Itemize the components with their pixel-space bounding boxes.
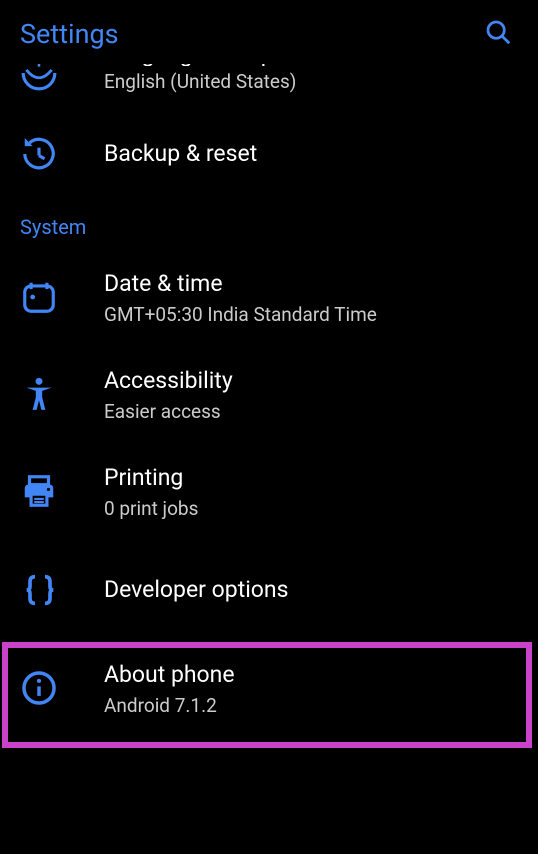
item-title-fragment: Languages & input: [104, 64, 518, 66]
app-header: Settings: [0, 0, 538, 64]
item-subtitle: English (United States): [104, 70, 518, 93]
braces-icon: [20, 570, 104, 610]
item-subtitle: Easier access: [104, 400, 518, 423]
item-title: Developer options: [104, 575, 518, 605]
settings-item-developer-options[interactable]: Developer options: [0, 540, 538, 640]
item-title: Accessibility: [104, 366, 518, 396]
settings-item-backup[interactable]: Backup & reset: [0, 111, 538, 197]
accessibility-icon: [20, 375, 104, 413]
section-header-system: System: [0, 197, 538, 249]
calendar-icon: [20, 278, 104, 316]
settings-item-about-phone[interactable]: About phone Android 7.1.2: [0, 640, 538, 737]
info-icon: [20, 669, 104, 707]
globe-icon: [20, 64, 104, 92]
settings-item-languages[interactable]: Languages & input English (United States…: [0, 64, 538, 111]
settings-list[interactable]: Languages & input English (United States…: [0, 64, 538, 854]
search-button[interactable]: [478, 14, 518, 54]
item-title: Printing: [104, 463, 518, 493]
printer-icon: [20, 472, 104, 510]
item-title: About phone: [104, 660, 518, 690]
settings-item-accessibility[interactable]: Accessibility Easier access: [0, 346, 538, 443]
page-title: Settings: [20, 18, 119, 50]
restore-icon: [20, 135, 104, 173]
item-subtitle: Android 7.1.2: [104, 694, 518, 717]
item-title: Backup & reset: [104, 139, 518, 169]
item-subtitle: GMT+05:30 India Standard Time: [104, 303, 518, 326]
settings-item-datetime[interactable]: Date & time GMT+05:30 India Standard Tim…: [0, 249, 538, 346]
search-icon: [483, 17, 513, 51]
item-subtitle: 0 print jobs: [104, 497, 518, 520]
settings-item-printing[interactable]: Printing 0 print jobs: [0, 443, 538, 540]
item-title: Date & time: [104, 269, 518, 299]
